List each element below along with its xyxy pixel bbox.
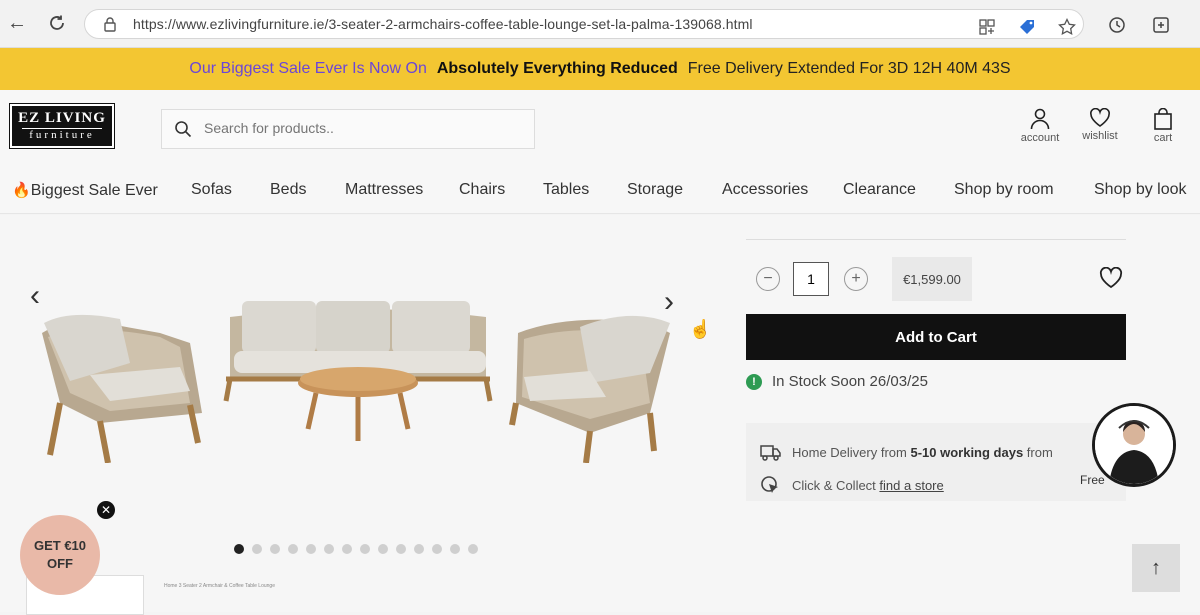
search-input[interactable] (204, 120, 504, 136)
delivery-truck-icon (760, 445, 781, 461)
armchair-left-illustration (42, 314, 202, 463)
add-to-wishlist-heart-icon[interactable] (1099, 266, 1123, 294)
site-logo[interactable]: EZ LIVING furniture (9, 103, 115, 149)
site-header: EZ LIVING furniture account wishlist car… (0, 90, 1200, 168)
cart-button[interactable]: cart (1133, 108, 1193, 144)
heart-icon (1090, 108, 1110, 127)
main-navigation: 🔥Biggest Sale Ever Sofas Beds Mattresses… (0, 168, 1200, 214)
add-to-cart-button[interactable]: Add to Cart (746, 314, 1126, 360)
nav-item-storage[interactable]: Storage (627, 181, 683, 199)
wishlist-label: wishlist (1082, 130, 1118, 142)
search-box[interactable] (161, 109, 535, 149)
carousel-dot[interactable] (378, 544, 388, 554)
carousel-dot[interactable] (450, 544, 460, 554)
quantity-input[interactable] (793, 262, 829, 296)
price-tag-icon[interactable] (1017, 17, 1037, 37)
carousel-dot[interactable] (324, 544, 334, 554)
nav-item-sofas[interactable]: Sofas (191, 181, 232, 199)
free-delivery-text: Free (1080, 473, 1105, 487)
collections-icon[interactable] (1150, 14, 1172, 36)
nav-item-chairs[interactable]: Chairs (459, 181, 505, 199)
nav-item-mattresses[interactable]: Mattresses (345, 181, 423, 199)
delivery-prefix: Home Delivery from (792, 444, 911, 460)
click-collect-text: Click & Collect find a store (792, 478, 944, 493)
carousel-dot[interactable] (252, 544, 262, 554)
find-store-link[interactable]: find a store (879, 478, 943, 493)
carousel-dots (234, 544, 478, 554)
nav-item-clearance[interactable]: Clearance (843, 181, 916, 199)
logo-line-2: furniture (22, 128, 102, 141)
promo-countdown: Free Delivery Extended For 3D 12H 40M 43… (687, 60, 1011, 77)
click-collect-icon (761, 476, 778, 493)
product-main: ‹ › Home 3 Seater 2 Armchair & Coffee Ta… (0, 215, 1200, 615)
promo-emphasis: Absolutely Everything Reduced (436, 60, 678, 77)
carousel-dot[interactable] (396, 544, 406, 554)
stock-status-text: In Stock Soon 26/03/25 (772, 373, 928, 390)
history-icon[interactable] (1106, 14, 1128, 36)
stock-status: ! In Stock Soon 26/03/25 (746, 373, 928, 390)
favorite-star-icon[interactable] (1057, 17, 1077, 37)
coffee-table-illustration (298, 367, 418, 441)
shopping-bag-icon (1154, 108, 1172, 130)
nav-item-label: Biggest Sale Ever (30, 182, 158, 199)
flame-icon: 🔥 (12, 182, 31, 199)
click-collect-row: Click & Collect find a store (760, 475, 944, 495)
discount-popup-button[interactable]: GET €10 OFF (20, 515, 100, 595)
carousel-dot[interactable] (288, 544, 298, 554)
quantity-decrease-button[interactable]: − (756, 267, 780, 291)
account-button[interactable]: account (1010, 108, 1070, 144)
wishlist-button[interactable]: wishlist (1070, 108, 1130, 142)
nav-item-tables[interactable]: Tables (543, 181, 589, 199)
carousel-dot[interactable] (270, 544, 280, 554)
refresh-icon[interactable] (46, 12, 68, 34)
cart-label: cart (1153, 132, 1173, 144)
nav-item-shop-by-look[interactable]: Shop by look (1094, 181, 1187, 199)
promo-banner[interactable]: Our Biggest Sale Ever Is Now On Absolute… (0, 48, 1200, 90)
nav-item-biggest-sale[interactable]: 🔥Biggest Sale Ever (12, 181, 158, 200)
home-delivery-text: Home Delivery from 5-10 working days fro… (792, 445, 1053, 460)
split-screen-icon[interactable] (977, 17, 997, 37)
hand-cursor-icon: ☝ (689, 319, 712, 339)
delivery-suffix: from (1023, 444, 1053, 460)
discount-line-2: OFF (47, 556, 73, 571)
search-icon (174, 120, 192, 143)
quantity-increase-button[interactable]: + (844, 267, 868, 291)
product-price: €1,599.00 (892, 257, 972, 301)
collect-prefix: Click & Collect (792, 477, 880, 493)
address-bar[interactable]: https://www.ezlivingfurniture.ie/3-seate… (84, 9, 1084, 39)
carousel-dot[interactable] (432, 544, 442, 554)
nav-item-accessories[interactable]: Accessories (722, 181, 808, 199)
nav-item-shop-by-room[interactable]: Shop by room (954, 181, 1054, 199)
thumbnail-caption: Home 3 Seater 2 Armchair & Coffee Table … (164, 583, 275, 589)
promo-headline: Our Biggest Sale Ever Is Now On (189, 60, 427, 77)
chat-agent-avatar[interactable] (1092, 403, 1176, 487)
divider (746, 239, 1126, 240)
carousel-dot[interactable] (468, 544, 478, 554)
home-delivery-row: Home Delivery from 5-10 working days fro… (760, 443, 1053, 461)
account-icon (1030, 108, 1050, 130)
discount-line-1: GET €10 (33, 538, 87, 553)
exclamation-icon: ! (746, 373, 762, 390)
carousel-dot[interactable] (414, 544, 424, 554)
scroll-to-top-button[interactable]: ↑ (1132, 544, 1180, 592)
carousel-dot[interactable] (342, 544, 352, 554)
nav-item-beds[interactable]: Beds (270, 181, 306, 199)
lock-icon (103, 16, 117, 37)
close-icon[interactable]: ✕ (97, 501, 115, 519)
browser-toolbar: ← https://www.ezlivingfurniture.ie/3-sea… (0, 0, 1200, 48)
logo-line-1: EZ LIVING (18, 110, 106, 126)
product-image[interactable] (30, 293, 690, 463)
armchair-right-illustration (509, 315, 670, 463)
url-text[interactable]: https://www.ezlivingfurniture.ie/3-seate… (133, 16, 753, 32)
delivery-days: 5-10 working days (910, 444, 1024, 460)
carousel-dot[interactable] (234, 544, 244, 554)
delivery-info-panel: Home Delivery from 5-10 working days fro… (746, 423, 1126, 501)
carousel-dot[interactable] (360, 544, 370, 554)
carousel-dot[interactable] (306, 544, 316, 554)
account-label: account (1020, 132, 1060, 144)
back-icon[interactable]: ← (6, 12, 28, 34)
